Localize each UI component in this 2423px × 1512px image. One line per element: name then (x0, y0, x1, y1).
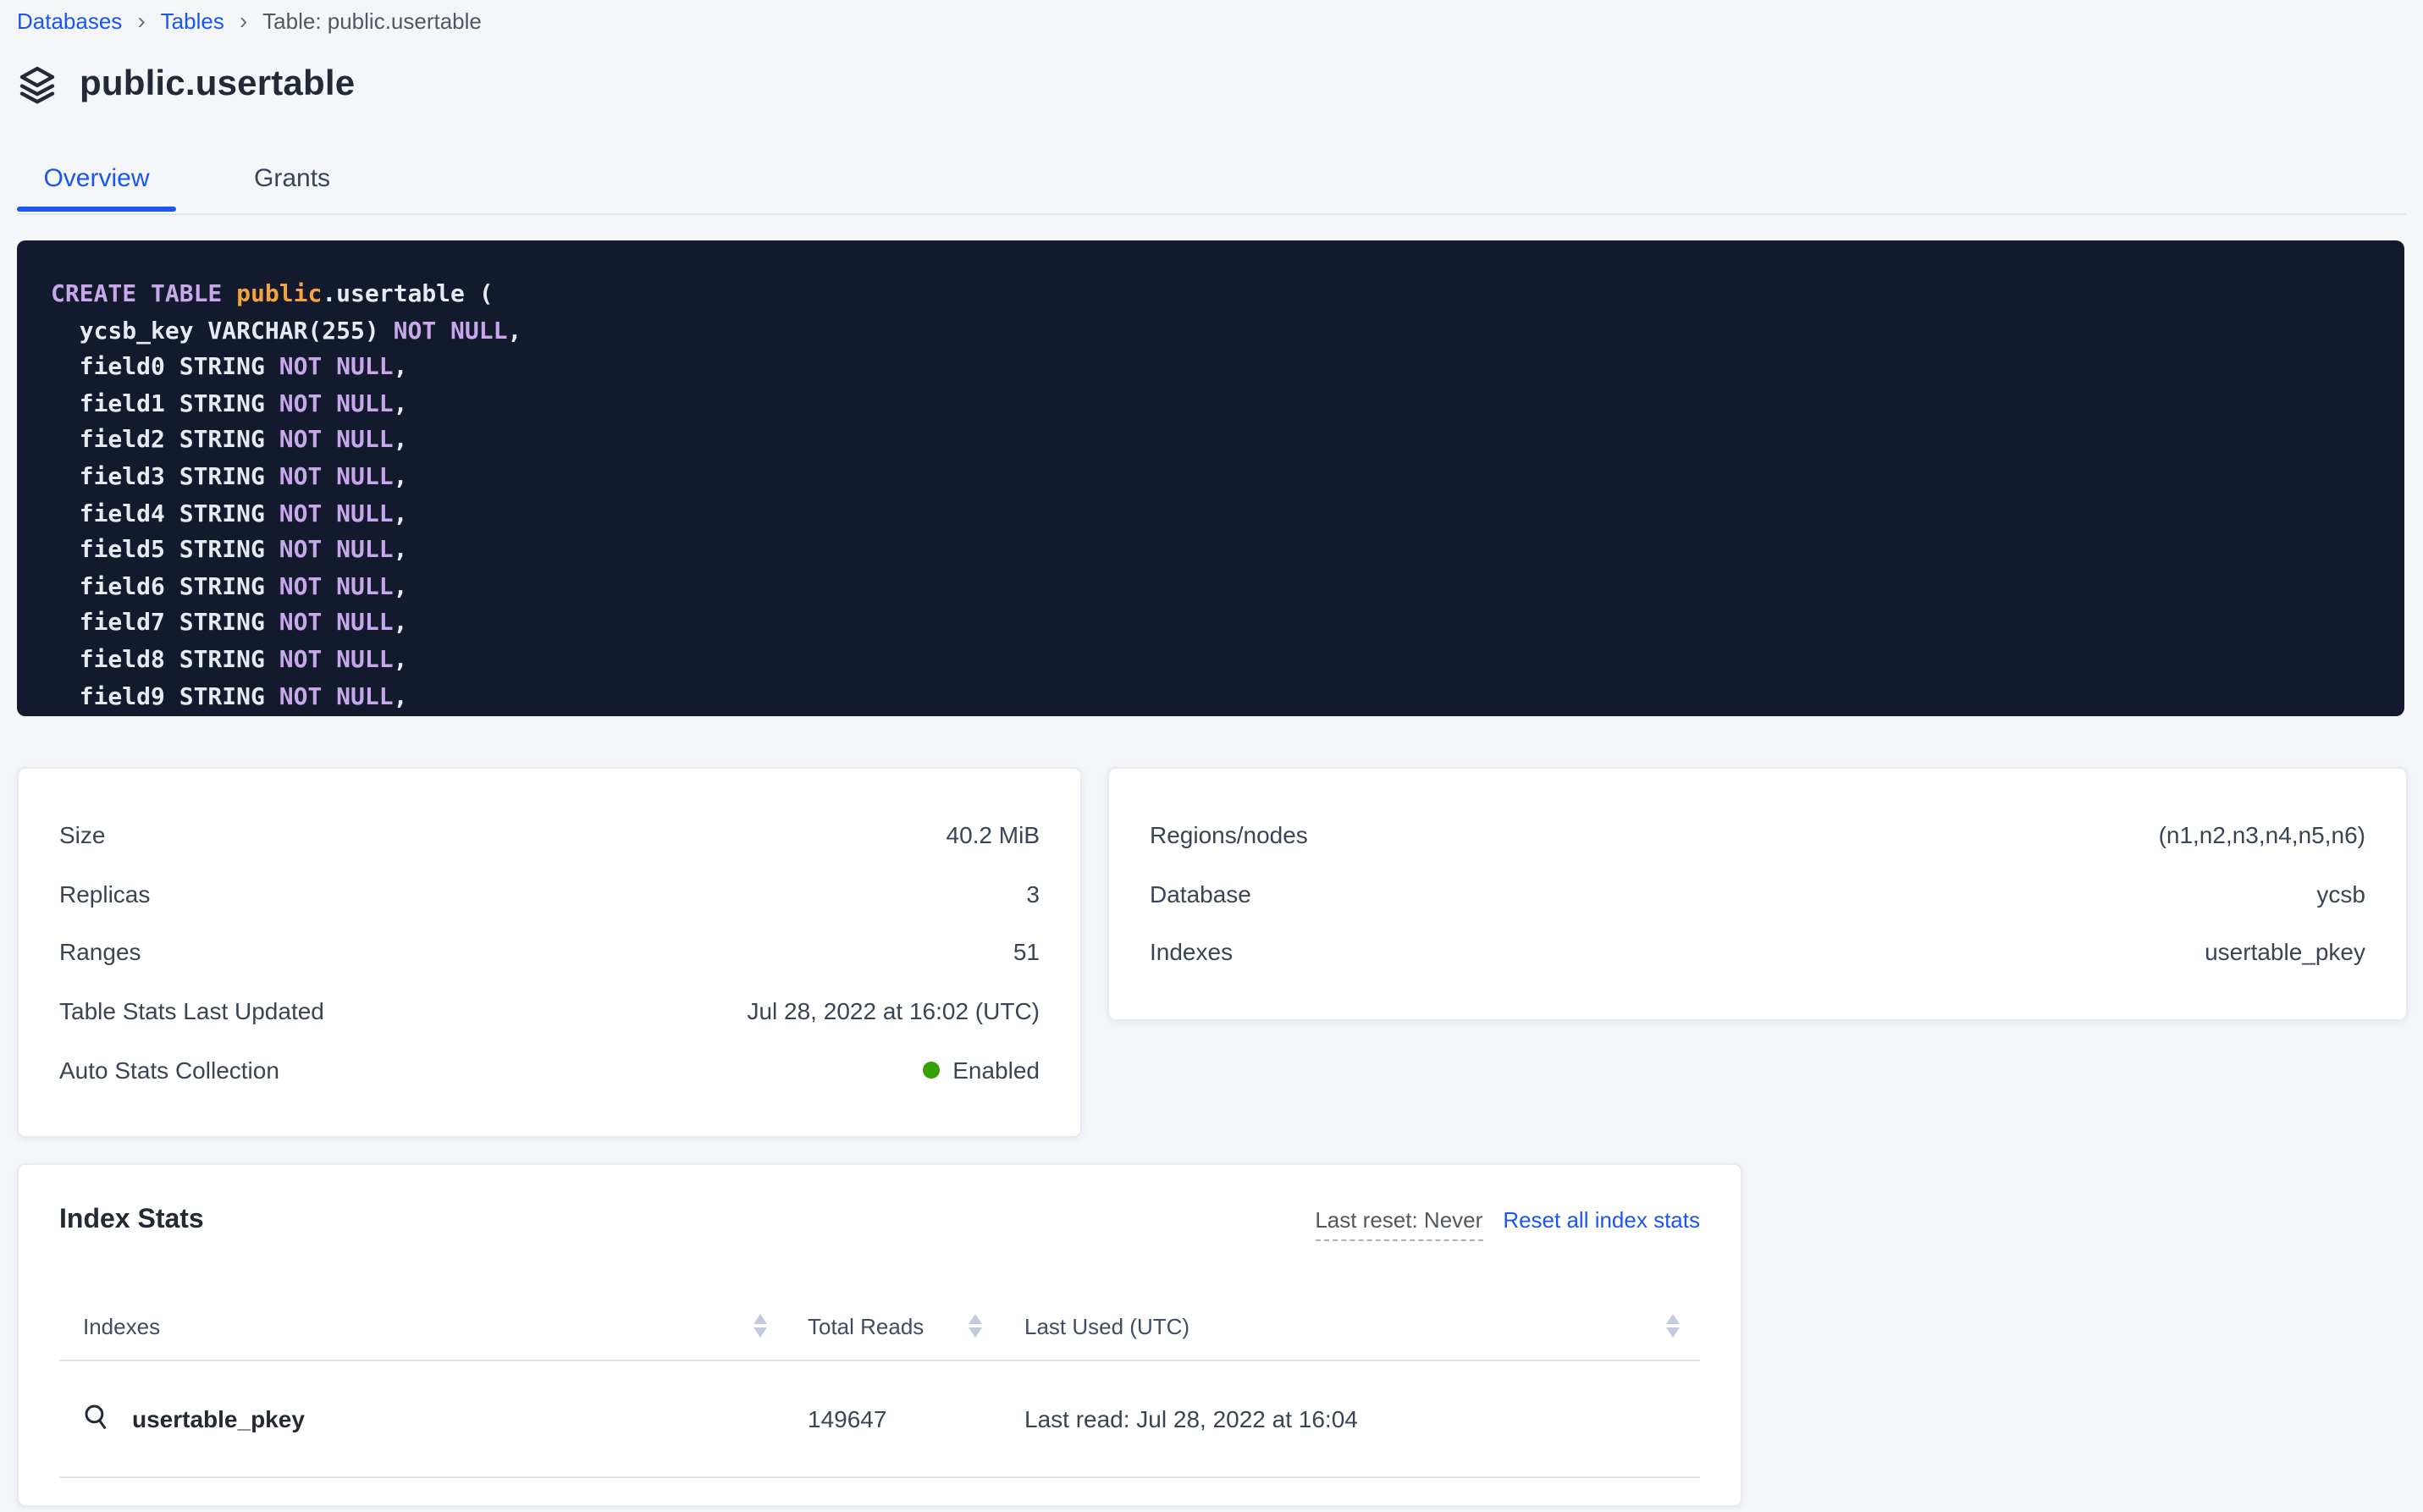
detail-row: Ranges 51 (59, 923, 1040, 981)
table-details-card: Size 40.2 MiB Replicas 3 Ranges 51 Table Stats… (17, 767, 1082, 1138)
detail-value: ycsb (2316, 880, 2365, 908)
detail-value: Jul 28, 2022 at 16:02 (UTC) (747, 997, 1040, 1024)
chevron-right-icon: › (240, 10, 247, 32)
index-stats-table: Indexes Total Reads Last Used (UTC) userta… (59, 1292, 1700, 1478)
column-header-total-reads[interactable]: Total Reads (787, 1313, 1002, 1338)
sql-code-block: CREATE TABLE public.usertable ( ycsb_key… (17, 240, 2404, 716)
page-title: public.usertable (80, 64, 355, 105)
tab-overview[interactable]: Overview (17, 164, 176, 212)
sql-line: CREATE TABLE public.usertable ( (51, 278, 2371, 314)
sort-icon[interactable] (1666, 1314, 1680, 1338)
sql-line: field1 STRING NOT NULL, (51, 388, 2371, 424)
index-name: usertable_pkey (132, 1405, 305, 1432)
detail-label: Replicas (59, 880, 150, 908)
index-stats-header: Index Stats Last reset: Never Reset all … (59, 1206, 1700, 1241)
column-header-last-used-utc[interactable]: Last Used (UTC) (1002, 1313, 1700, 1338)
detail-label: Table Stats Last Updated (59, 997, 324, 1024)
index-stats-title: Index Stats (59, 1206, 204, 1236)
column-header-label: Indexes (83, 1313, 753, 1338)
sql-line: ycsb_key VARCHAR(255) NOT NULL, (51, 314, 2371, 350)
sql-line: field8 STRING NOT NULL, (51, 643, 2371, 680)
total-reads-cell: 149647 (787, 1405, 1002, 1432)
breadcrumb: Databases › Tables › Table: public.usert… (17, 8, 482, 34)
sql-line: field4 STRING NOT NULL, (51, 497, 2371, 533)
search-icon (83, 1403, 110, 1435)
detail-row: Regions/nodes (n1,n2,n3,n4,n5,n6) (1150, 806, 2365, 864)
index-name-cell: usertable_pkey (59, 1403, 787, 1435)
detail-row: Auto Stats Collection Enabled (59, 1040, 1040, 1099)
stack-icon (17, 64, 58, 105)
detail-value: 51 (1013, 939, 1040, 966)
detail-row: Replicas 3 (59, 864, 1040, 923)
detail-row: Database ycsb (1150, 864, 2365, 923)
sql-line: field3 STRING NOT NULL, (51, 461, 2371, 497)
detail-row: Table Stats Last Updated Jul 28, 2022 at … (59, 982, 1040, 1040)
reset-all-index-stats-link[interactable]: Reset all index stats (1503, 1207, 1700, 1233)
detail-label: Database (1150, 880, 1251, 908)
index-stats-actions: Last reset: Never Reset all index stats (1315, 1207, 1700, 1241)
sql-line: field5 STRING NOT NULL, (51, 533, 2371, 570)
sort-icon[interactable] (753, 1314, 767, 1338)
index-table-header: Indexes Total Reads Last Used (UTC) (59, 1292, 1700, 1361)
detail-label: Ranges (59, 939, 141, 966)
detail-value: 3 (1026, 880, 1040, 908)
status-dot-green (922, 1061, 939, 1078)
column-header-indexes[interactable]: Indexes (59, 1313, 787, 1338)
chevron-right-icon: › (137, 10, 145, 32)
last-used-cell: Last read: Jul 28, 2022 at 16:04 (1002, 1405, 1700, 1432)
detail-label: Regions/nodes (1150, 822, 1308, 849)
sql-line: field6 STRING NOT NULL, (51, 571, 2371, 607)
index-stats-card: Index Stats Last reset: Never Reset all … (17, 1163, 1742, 1507)
table-row: usertable_pkey 149647 Last read: Jul 28,… (59, 1361, 1700, 1478)
detail-label: Auto Stats Collection (59, 1056, 279, 1083)
tab-grants[interactable]: Grants (254, 164, 330, 212)
tab-bar: Overview Grants (17, 164, 330, 212)
sql-line: field2 STRING NOT NULL, (51, 424, 2371, 461)
detail-label: Indexes (1150, 939, 1233, 966)
breadcrumb-link-tables[interactable]: Tables (161, 8, 224, 34)
sort-icon[interactable] (969, 1314, 982, 1338)
detail-label: Size (59, 822, 105, 849)
sql-line: field0 STRING NOT NULL, (51, 350, 2371, 387)
index-link[interactable]: usertable_pkey (83, 1403, 767, 1435)
detail-value: (n1,n2,n3,n4,n5,n6) (2159, 822, 2365, 849)
detail-row: Size 40.2 MiB (59, 806, 1040, 864)
last-reset-tooltip-trigger[interactable]: Last reset: Never (1315, 1207, 1482, 1241)
sql-line: field9 STRING NOT NULL, (51, 680, 2371, 716)
detail-row: Indexes usertable_pkey (1150, 923, 2365, 981)
table-details-page: Databases › Tables › Table: public.usert… (0, 0, 2423, 1512)
page-title-row: public.usertable (17, 64, 355, 105)
sql-line: field7 STRING NOT NULL, (51, 607, 2371, 643)
detail-value: usertable_pkey (2205, 939, 2365, 966)
detail-value: Enabled (922, 1056, 1040, 1083)
tab-divider (17, 213, 2406, 215)
column-header-label: Last Used (UTC) (1024, 1313, 1666, 1338)
detail-value: 40.2 MiB (947, 822, 1040, 849)
breadcrumb-current: Table: public.usertable (262, 8, 482, 34)
table-location-card: Regions/nodes (n1,n2,n3,n4,n5,n6) Database… (1107, 767, 2408, 1021)
column-header-label: Total Reads (808, 1313, 969, 1338)
breadcrumb-link-databases[interactable]: Databases (17, 8, 122, 34)
